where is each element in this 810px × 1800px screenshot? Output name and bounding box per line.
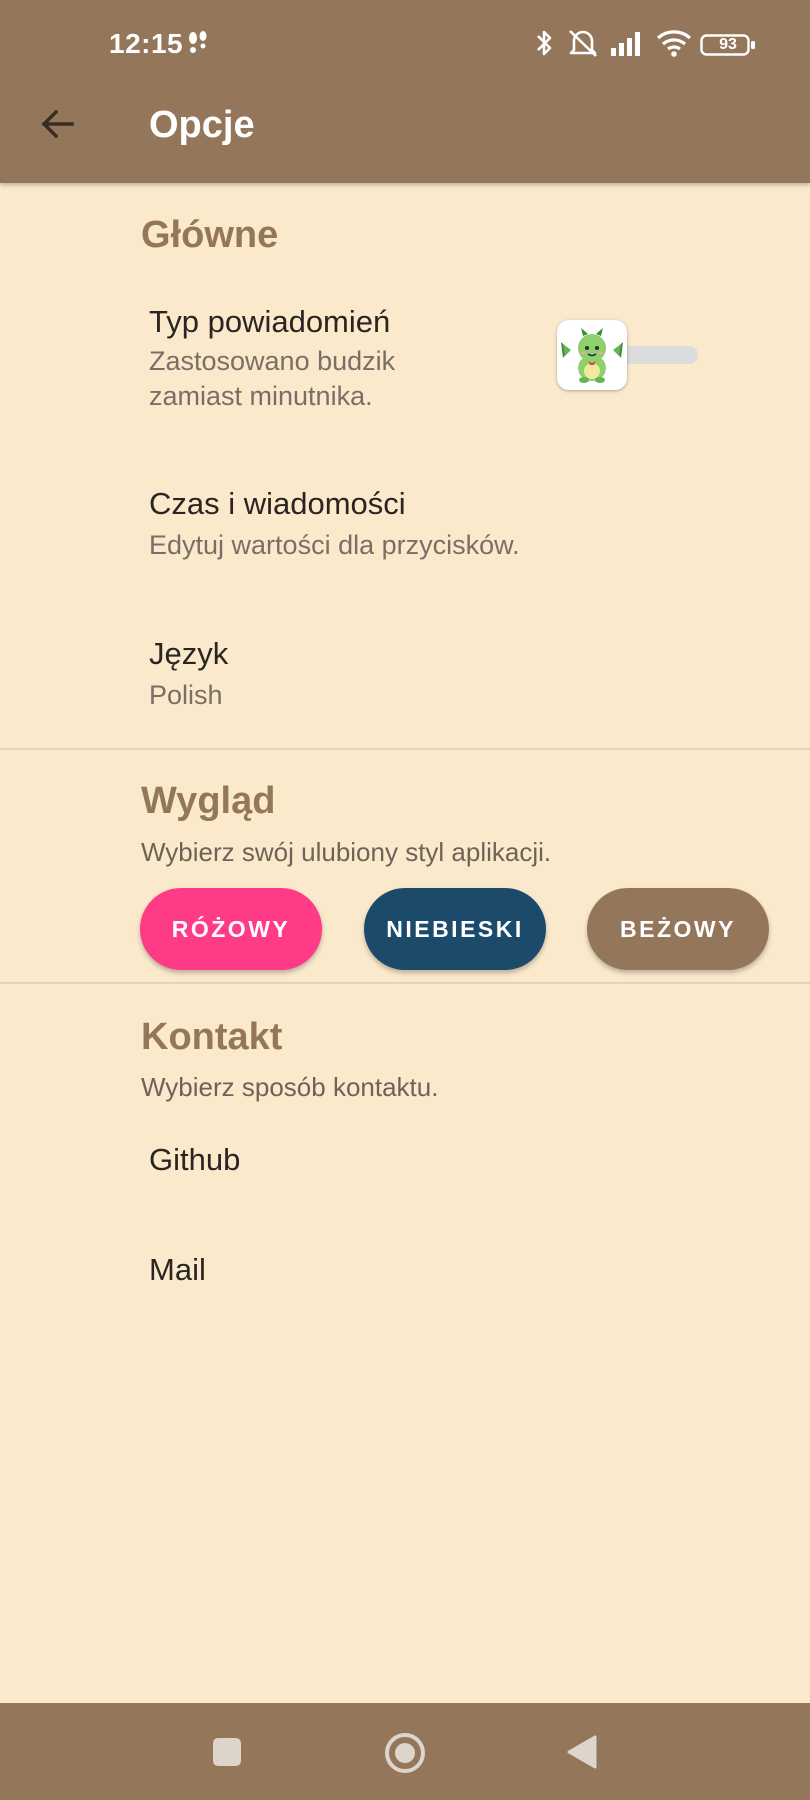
signal-icon [610, 28, 646, 63]
dragon-icon [561, 328, 623, 383]
language-summary: Polish [149, 680, 223, 710]
arrow-back-icon [41, 109, 74, 139]
contact-mail-label: Mail [149, 1252, 206, 1287]
battery-level: 93 [719, 36, 737, 53]
section-title-main: Główne [141, 214, 279, 256]
home-circle-icon[interactable] [383, 1731, 427, 1780]
contact-github[interactable]: Github [0, 1120, 810, 1204]
theme-beige-button[interactable]: BEŻOWY [587, 888, 769, 970]
wifi-icon [656, 28, 692, 63]
navigation-bar [0, 1703, 810, 1800]
section-title-appearance: Wygląd [141, 780, 276, 822]
notification-type-summary-line1: Zastosowano budzik [149, 346, 396, 376]
time-messages-summary: Edytuj wartości dla przycisków. [149, 530, 520, 560]
section-title-contact: Kontakt [141, 1016, 283, 1058]
toggle-thumb [557, 320, 627, 390]
language-preference[interactable]: Język Polish [0, 620, 810, 730]
silent-alarm-icon [566, 28, 600, 63]
status-time: 12:15 [109, 28, 184, 59]
theme-blue-button[interactable]: NIEBIESKI [364, 888, 546, 970]
back-triangle-icon[interactable] [566, 1734, 598, 1775]
divider [0, 748, 810, 750]
page-title: Opcje [149, 104, 255, 146]
steps-icon [186, 30, 210, 61]
language-title: Język [149, 636, 229, 671]
notification-type-summary-line2: zamiast minutnika. [149, 381, 373, 411]
divider [0, 982, 810, 984]
time-messages-title: Czas i wiadomości [149, 486, 406, 521]
notification-type-preference[interactable]: Typ powiadomień Zastosowano budzik zamia… [0, 290, 810, 450]
appearance-subtitle: Wybierz swój ulubiony styl aplikacji. [141, 837, 552, 867]
notification-type-title: Typ powiadomień [149, 304, 391, 339]
contact-github-label: Github [149, 1142, 241, 1177]
back-button[interactable] [30, 100, 82, 152]
recents-square-icon[interactable] [211, 1736, 243, 1773]
time-messages-preference[interactable]: Czas i wiadomości Edytuj wartości dla pr… [0, 470, 810, 580]
contact-mail[interactable]: Mail [0, 1230, 810, 1314]
contact-subtitle: Wybierz sposób kontaktu. [141, 1072, 439, 1102]
bluetooth-icon [534, 28, 556, 63]
app-bar: 12:15 93 Opcje [0, 0, 810, 183]
theme-pink-button[interactable]: RÓŻOWY [140, 888, 322, 970]
